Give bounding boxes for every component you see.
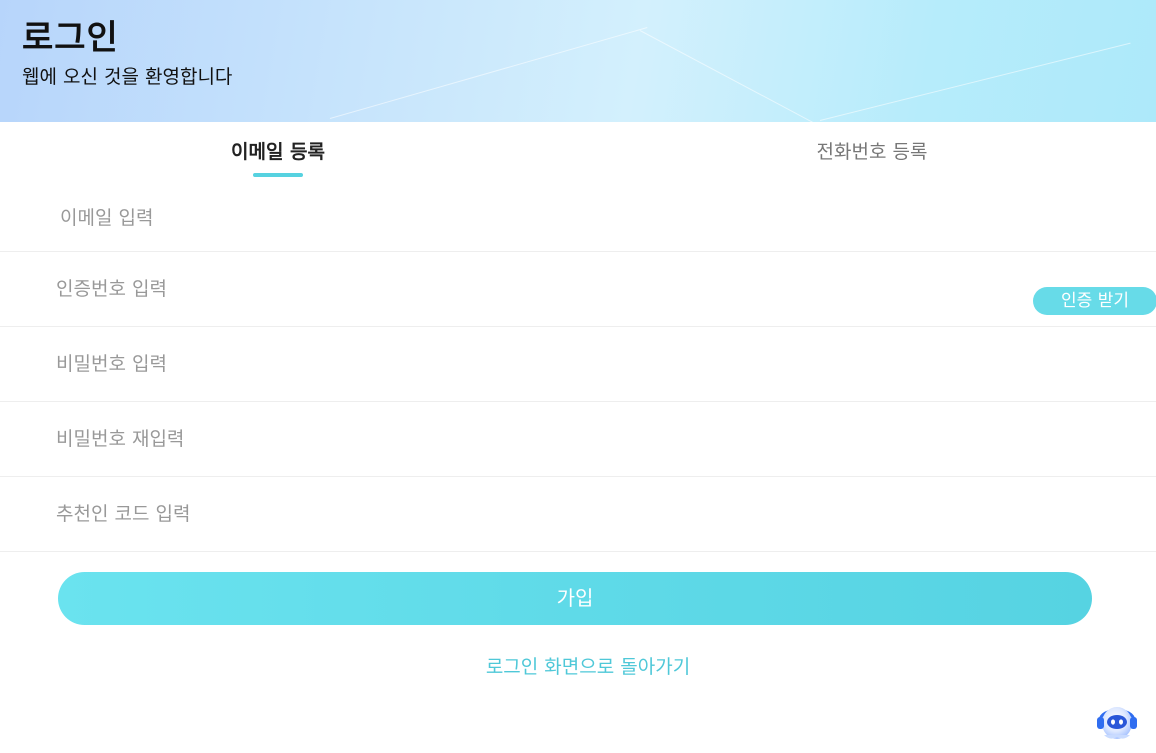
chat-assistant-icon[interactable]	[1092, 695, 1142, 745]
chat-assistant-icon-graphic	[1097, 707, 1137, 739]
referral-code-input[interactable]	[56, 477, 996, 551]
back-to-login-link[interactable]: 로그인 화면으로 돌아가기	[388, 652, 788, 679]
header-decoration-line	[329, 27, 648, 119]
page-title: 로그인	[22, 18, 119, 58]
header-banner: 로그인 웹에 오신 것을 환영합니다	[0, 0, 1156, 122]
verification-code-input[interactable]	[56, 252, 956, 326]
tab-email-register[interactable]: 이메일 등록	[178, 137, 378, 164]
header-decoration-line	[819, 42, 1131, 121]
password-input[interactable]	[56, 327, 996, 401]
active-tab-indicator	[253, 173, 303, 177]
email-input[interactable]	[60, 184, 1000, 251]
referral-code-row	[0, 477, 1156, 552]
page-subtitle: 웹에 오신 것을 환영합니다	[22, 66, 233, 88]
tab-phone-register[interactable]: 전화번호 등록	[772, 137, 972, 164]
password-row	[0, 327, 1156, 402]
password-confirm-input[interactable]	[56, 402, 996, 476]
email-row	[0, 184, 1156, 252]
password-confirm-row	[0, 402, 1156, 477]
signup-button[interactable]: 가입	[58, 572, 1092, 625]
get-verification-code-button[interactable]: 인증 받기	[1033, 287, 1156, 315]
header-decoration-line	[639, 30, 870, 122]
verification-code-row	[0, 252, 1156, 327]
